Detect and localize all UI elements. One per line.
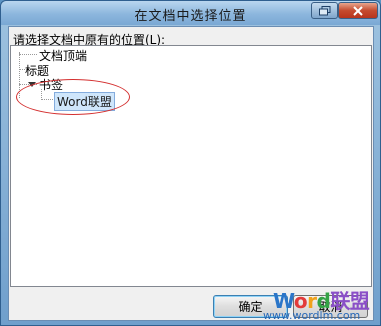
ok-button[interactable]: 确定 bbox=[213, 295, 288, 318]
tree-branch-line bbox=[19, 54, 37, 55]
close-icon bbox=[353, 5, 363, 16]
help-button[interactable] bbox=[311, 2, 338, 19]
cancel-button[interactable]: 取消 bbox=[293, 295, 368, 318]
title-bar[interactable]: 在文档中选择位置 bbox=[1, 1, 380, 25]
restore-icon bbox=[318, 5, 330, 15]
close-button[interactable] bbox=[338, 2, 378, 19]
dialog-window: 在文档中选择位置 请选择文档中原有的位置(L): 文档顶端 标题 书签 Word… bbox=[0, 0, 381, 326]
annotation-circle bbox=[16, 79, 130, 115]
dialog-body: 请选择文档中原有的位置(L): 文档顶端 标题 书签 Word联盟 确定 取消 bbox=[8, 26, 374, 321]
